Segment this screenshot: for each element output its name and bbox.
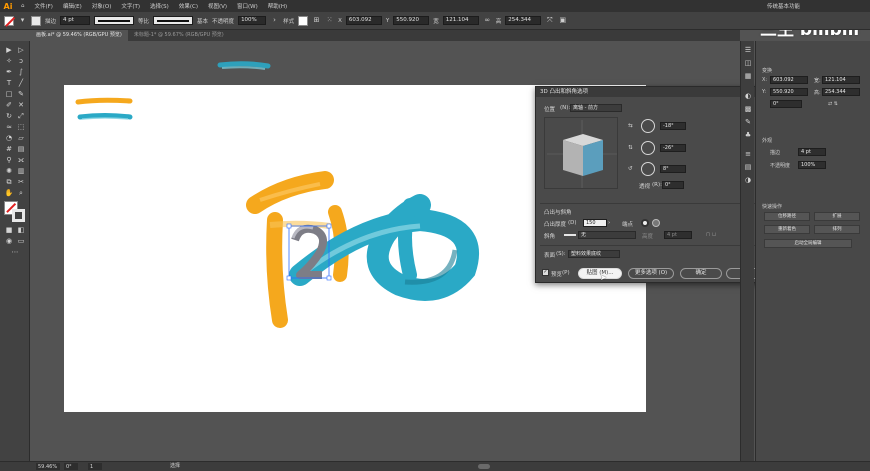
position-label: 位置 — [544, 107, 556, 113]
global-edit-button[interactable]: 启动全局编辑 — [764, 239, 852, 248]
bevel-shape-icon — [564, 234, 576, 236]
brush-sample-orange[interactable] — [75, 97, 133, 105]
rotate-x-field[interactable]: -18° — [660, 122, 686, 130]
cap-label: 端点 — [622, 222, 634, 228]
brushes-icon[interactable]: ✎ — [743, 117, 753, 127]
panel-h-field[interactable]: 254.344 — [822, 88, 860, 96]
libraries-icon[interactable]: ▦ — [743, 71, 753, 81]
divider — [540, 245, 768, 246]
horizontal-scrollbar-thumb[interactable] — [478, 464, 490, 469]
panel-icon-strip: ☰ ◫ ▦ ◐ ▩ ✎ ♣ ≡ ▤ ◑ — [740, 41, 754, 461]
stroke-icon[interactable]: ≡ — [743, 149, 753, 159]
panel-angle-field[interactable]: 0° — [770, 100, 802, 108]
swatches-icon[interactable]: ▩ — [743, 104, 753, 114]
color-icon[interactable]: ◐ — [743, 91, 753, 101]
panel-y-label: Y: — [762, 89, 767, 95]
cube-preview-area[interactable] — [544, 117, 618, 189]
extrude-depth-field[interactable]: 150 — [583, 219, 607, 227]
bevel-select[interactable]: 无 — [578, 231, 636, 239]
panel-stroke-field[interactable]: 4 pt — [798, 148, 826, 156]
bevel-direction-icon[interactable]: ⊓ ⊔ — [706, 232, 716, 238]
transparency-icon[interactable]: ◑ — [743, 175, 753, 185]
panel-x-label: X: — [762, 77, 768, 83]
surface-label: 表面 — [544, 253, 556, 259]
panel-w-field[interactable]: 121.104 — [822, 76, 860, 84]
divider — [540, 203, 768, 204]
panel-x-field[interactable]: 603.092 — [770, 76, 808, 84]
brush-sample-teal-top[interactable] — [217, 61, 271, 70]
ok-button[interactable]: 确定 — [680, 268, 722, 279]
properties-panel: 变换 X: 603.092 宽: 121.104 Y: 550.920 高: 2… — [755, 41, 870, 461]
position-key: (N): — [560, 105, 571, 111]
bevel-label: 斜角 — [544, 234, 556, 240]
rotate-x-knob[interactable] — [641, 119, 655, 133]
extrude-depth-dropdown-icon[interactable]: › — [608, 220, 610, 226]
rotate-y-field[interactable]: -26° — [660, 144, 686, 152]
height-label: 高度 — [642, 234, 654, 240]
expand-button[interactable]: 扩展 — [814, 212, 860, 221]
panel-opacity-field[interactable]: 100% — [798, 161, 826, 169]
offset-path-button[interactable]: 位移路径 — [764, 212, 810, 221]
extrude-depth-label: 凸出厚度 — [544, 222, 567, 228]
symbols-icon[interactable]: ♣ — [743, 130, 753, 140]
panel-opacity-label: 不透明度 — [770, 163, 791, 169]
more-options-button[interactable]: 更多选项 (O) — [628, 268, 674, 279]
3d-extrude-dialog: 3D 凸出和斜角选项 位置 (N): 离轴 - 前方 ⇆ -18° ⇅ -26°… — [535, 86, 772, 283]
dialog-title: 3D 凸出和斜角选项 — [536, 87, 771, 97]
cap-off-icon[interactable] — [652, 219, 660, 227]
surface-select[interactable]: 塑料效果底纹 — [568, 250, 620, 258]
surface-key: (S): — [556, 251, 566, 257]
arrange-button[interactable]: 排列 — [814, 225, 860, 234]
preview-label: 预览 — [551, 272, 563, 278]
gradient-icon[interactable]: ▤ — [743, 162, 753, 172]
quick-actions-title: 快速操作 — [762, 204, 783, 210]
preview-checkbox[interactable]: ✓ — [542, 269, 549, 276]
status-bar: 59.46% 0° 1 选择 — [0, 461, 870, 471]
flip-icon[interactable]: ⇄ ⇅ — [828, 101, 838, 107]
current-tool-label: 选择 — [170, 463, 181, 469]
mouse-pointer-icon: ➤ — [600, 273, 607, 282]
rotate-z-icon: ↺ — [628, 166, 633, 172]
rotate-z-knob[interactable] — [641, 162, 655, 176]
appearance-title: 外观 — [762, 138, 773, 144]
properties-icon[interactable]: ☰ — [743, 45, 753, 55]
panel-h-label: 高: — [814, 90, 821, 96]
extrude-section-title: 凸出与斜角 — [544, 210, 572, 216]
rotate-y-icon: ⇅ — [628, 145, 633, 151]
panel-stroke-label: 描边 — [770, 150, 781, 156]
cap-on-icon[interactable] — [641, 219, 649, 227]
rotate-y-knob[interactable] — [641, 141, 655, 155]
cube-preview[interactable] — [545, 118, 619, 190]
rotation-field[interactable]: 0° — [64, 463, 78, 470]
extrude-depth-key: (D) — [568, 220, 577, 226]
perspective-label: 透视 — [639, 184, 651, 190]
artboard-number-field[interactable]: 1 — [88, 463, 102, 470]
transform-title: 变换 — [762, 68, 773, 74]
rotate-x-icon: ⇆ — [628, 123, 633, 129]
position-select[interactable]: 离轴 - 前方 — [570, 104, 622, 112]
panel-w-label: 宽: — [814, 78, 821, 84]
perspective-key: (R): — [652, 182, 662, 188]
layers-icon[interactable]: ◫ — [743, 58, 753, 68]
height-field[interactable]: 4 pt — [664, 231, 692, 239]
rotate-z-field[interactable]: 8° — [660, 165, 686, 173]
recolor-button[interactable]: 重新着色 — [764, 225, 810, 234]
zoom-field[interactable]: 59.46% — [36, 463, 60, 470]
perspective-field[interactable]: 0° — [662, 181, 684, 189]
brush-sample-teal[interactable] — [77, 113, 133, 120]
panel-y-field[interactable]: 550.920 — [770, 88, 808, 96]
preview-key: (P) — [562, 270, 570, 276]
